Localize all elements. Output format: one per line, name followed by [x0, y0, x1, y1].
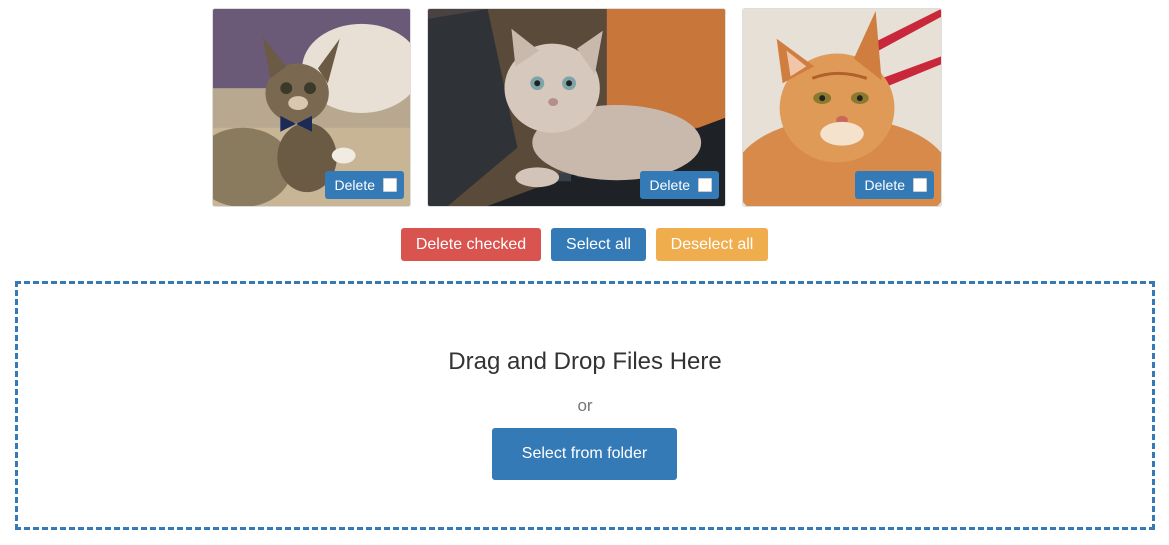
- select-all-button[interactable]: Select all: [551, 228, 646, 261]
- select-from-folder-button[interactable]: Select from folder: [492, 428, 677, 480]
- delete-label: Delete: [649, 177, 690, 193]
- dropzone-or-text: or: [577, 396, 593, 415]
- dropzone-title: Drag and Drop Files Here: [448, 348, 722, 375]
- delete-checkbox-toggle[interactable]: Delete: [324, 171, 404, 199]
- delete-label: Delete: [864, 177, 905, 193]
- delete-checkbox-toggle[interactable]: Delete: [639, 171, 719, 199]
- deselect-all-button[interactable]: Deselect all: [656, 228, 768, 261]
- image-thumbnail-2: Delete: [427, 8, 726, 207]
- image-thumbnail-3: Delete: [742, 8, 942, 207]
- delete-label: Delete: [334, 177, 375, 193]
- image-thumbnail-1: Delete: [212, 8, 411, 207]
- delete-checkbox[interactable]: [913, 178, 927, 192]
- delete-checkbox[interactable]: [698, 178, 712, 192]
- delete-checkbox[interactable]: [383, 178, 397, 192]
- file-dropzone[interactable]: Drag and Drop Files Here or Select from …: [15, 281, 1155, 530]
- delete-checkbox-toggle[interactable]: Delete: [854, 171, 934, 199]
- delete-checked-button[interactable]: Delete checked: [401, 228, 541, 261]
